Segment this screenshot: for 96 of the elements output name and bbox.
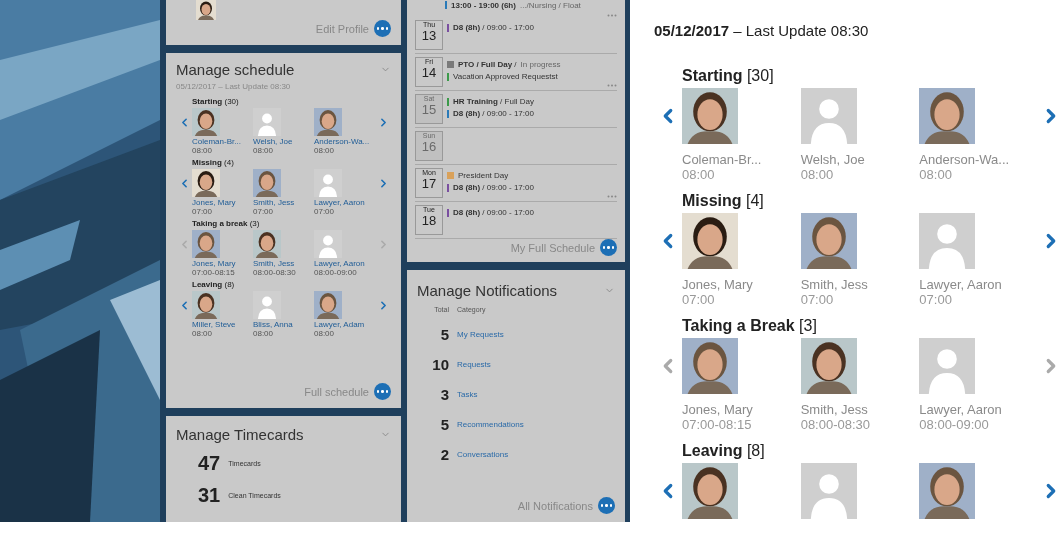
entry-status: In progress	[520, 60, 561, 69]
category-link[interactable]: My Requests	[457, 329, 504, 339]
person-time: 08:00	[253, 329, 275, 338]
category-link[interactable]: Requests	[457, 359, 491, 369]
person-name[interactable]: Anderson-Wa...	[314, 137, 375, 146]
person-name[interactable]: Smith, Jess	[253, 259, 314, 268]
link-label[interactable]: All Notifications	[517, 499, 593, 512]
person-name[interactable]: Anderson-Wa...	[919, 152, 1038, 167]
entry-text: Vacation Approved Requestst	[453, 72, 558, 81]
person-time: 08:00	[192, 146, 214, 155]
total-count: 2	[439, 445, 449, 463]
more-button[interactable]	[598, 497, 615, 514]
person-time: 07:00	[919, 292, 953, 307]
person-time: 08:00	[253, 146, 275, 155]
person-name[interactable]: Lawyer, Aaron	[919, 402, 1038, 417]
person-name[interactable]: Jones, Mary	[682, 402, 801, 417]
person-name[interactable]: Lawyer, Aaron	[314, 259, 375, 268]
shift-text: 13:00 - 19:00 (6h)	[451, 0, 516, 10]
group-title: Leaving (8)	[192, 280, 236, 289]
more-icon[interactable]	[607, 84, 617, 87]
link-label[interactable]: My Full Schedule	[510, 241, 595, 254]
person-name[interactable]: Lawyer, Aaron	[314, 198, 375, 207]
person-time: 07:00-08:15	[192, 268, 236, 277]
total-count: 3	[439, 385, 449, 403]
person-time: 07:00	[314, 207, 336, 216]
person-name[interactable]: Welsh, Joe	[800, 152, 920, 167]
person-time: 07:00	[682, 292, 716, 307]
person-name[interactable]: Welsh, Joe	[253, 137, 314, 146]
card-title: Manage Notifications	[417, 282, 558, 299]
person-time: 07:00	[253, 207, 275, 216]
group-title: Taking a Break [3]	[682, 317, 818, 335]
person-time: 08:00	[314, 329, 336, 338]
person-name[interactable]: Smith, Jess	[800, 402, 920, 417]
group-title: Taking a break (3)	[192, 219, 261, 228]
entry-text: D8 (8h) / 09:00 - 17:00	[453, 183, 534, 192]
group-title: Starting (30)	[192, 97, 240, 106]
count-text: 47	[198, 451, 221, 475]
person-time: 08:00	[919, 167, 953, 182]
person-name[interactable]: Bliss, Anna	[253, 320, 314, 329]
person-time: 08:00-09:00	[919, 417, 990, 432]
avatar-placeholder-icon	[253, 291, 281, 319]
link-label[interactable]: Full schedule	[304, 385, 369, 398]
person-name[interactable]: Coleman-Br...	[682, 152, 801, 167]
person-name[interactable]: Smith, Jess	[800, 277, 920, 292]
total-count: 5	[439, 325, 449, 343]
entry-text: HR Training / Full Day	[453, 97, 534, 106]
more-button[interactable]	[374, 383, 391, 400]
avatar-placeholder-icon	[800, 463, 857, 519]
total-count: 5	[439, 415, 449, 433]
group-title: Missing (4)	[192, 158, 235, 167]
person-name[interactable]: Lawyer, Aaron	[919, 277, 1038, 292]
person-time: 08:00	[800, 167, 835, 182]
count-text: 31	[198, 483, 221, 507]
more-button[interactable]	[374, 20, 391, 37]
person-time: 08:00	[314, 146, 336, 155]
avatar-placeholder-icon	[800, 88, 857, 144]
more-icon[interactable]	[607, 195, 617, 198]
group-title: Starting [30]	[682, 67, 775, 85]
avatar-placeholder-icon	[314, 230, 342, 258]
group-title: Leaving [8]	[682, 442, 766, 460]
person-time: 08:00-09:00	[314, 268, 358, 277]
person-name[interactable]: Lawyer, Adam	[314, 320, 375, 329]
person-name[interactable]: Jones, Mary	[192, 198, 253, 207]
more-button[interactable]	[600, 239, 617, 256]
total-count: 10	[431, 355, 449, 373]
category-link[interactable]: Recommendations	[457, 419, 524, 429]
category-link[interactable]: Conversations	[457, 449, 509, 459]
entry-text: President Day	[458, 171, 509, 180]
person-time: 08:00-08:30	[800, 417, 872, 432]
person-name[interactable]: Miller, Steve	[192, 320, 253, 329]
person-time: 08:00	[682, 167, 716, 182]
entry-text: D8 (8h) / 09:00 - 17:00	[453, 109, 534, 118]
more-icon[interactable]	[607, 14, 617, 17]
avatar-placeholder-icon	[314, 169, 342, 197]
person-name[interactable]: Jones, Mary	[682, 277, 801, 292]
entry-text: D8 (8h) / 09:00 - 17:00	[453, 23, 534, 32]
person-time: 07:00-08:15	[682, 417, 753, 432]
entry-text: PTO / Full Day /	[458, 60, 517, 69]
person-time: 07:00	[192, 207, 214, 216]
person-time: 08:00	[192, 329, 214, 338]
entry-text: D8 (8h) / 09:00 - 17:00	[453, 208, 534, 217]
category-link[interactable]: Tasks	[457, 389, 478, 399]
person-time: 08:00-08:30	[253, 268, 297, 277]
person-name[interactable]: Coleman-Br...	[192, 137, 253, 146]
update-text: 05/12/2017 – Last Update 08:30	[654, 22, 870, 39]
shift-note: .../Nursing / Float	[519, 0, 581, 10]
person-name[interactable]: Jones, Mary	[192, 259, 253, 268]
link-label[interactable]: Edit Profile	[315, 22, 369, 35]
person-name[interactable]: Smith, Jess	[253, 198, 314, 207]
card-title: Manage Timecards	[176, 426, 304, 443]
person-time: 07:00	[800, 292, 835, 307]
avatar-placeholder-icon	[919, 213, 976, 269]
group-title: Missing [4]	[682, 192, 765, 210]
avatar-placeholder-icon	[253, 108, 281, 136]
card-title: Manage schedule	[176, 61, 295, 78]
avatar-placeholder-icon	[919, 338, 976, 394]
